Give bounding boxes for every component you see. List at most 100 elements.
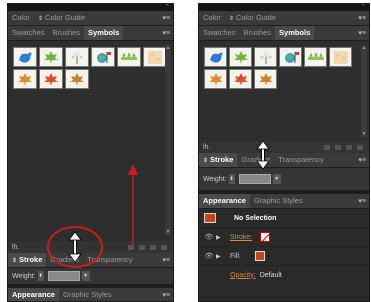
panel-menu-icon[interactable]: ▾≡ <box>358 197 366 205</box>
appearance-fill-row[interactable]: 👁 ▶ Fill: <box>199 247 369 266</box>
weight-dropdown[interactable]: ▼ <box>272 174 281 184</box>
symbol-autumn-leaf-brown[interactable] <box>65 69 89 89</box>
appearance-opacity-row[interactable]: 👁 ▶ Opacity: Default <box>199 266 369 284</box>
tab-color-guide[interactable]: ⇕ Color Guide <box>225 11 280 25</box>
symbols-content: ▲ ▼ <box>199 41 369 141</box>
symbol-texture-tile[interactable] <box>143 47 167 67</box>
symbol-grass-bar[interactable] <box>304 47 327 67</box>
place-symbol-icon[interactable] <box>324 144 330 150</box>
symbol-libraries-button[interactable]: lh. <box>12 244 19 251</box>
right-panel: « Color ⇕ Color Guide ▾≡ Swatches Brushes… <box>198 3 370 302</box>
weight-input[interactable] <box>47 271 80 281</box>
tab-gradient[interactable]: Gradient <box>46 253 83 267</box>
left-panel: « Color ⇕ Color Guide ▾≡ Swatches Brushes… <box>7 3 174 302</box>
symbol-grass-bar[interactable] <box>117 47 141 67</box>
panel-titlebar[interactable]: « <box>8 4 173 11</box>
scroll-down-icon[interactable]: ▼ <box>361 131 367 137</box>
collapse-icon[interactable]: « <box>362 4 365 8</box>
symbol-texture-tile[interactable] <box>329 47 352 67</box>
symbol-autumn-leaf-orange[interactable] <box>13 69 37 89</box>
symbol-libraries-row: lh. <box>199 141 369 153</box>
eye-icon[interactable]: 👁 <box>204 252 214 260</box>
place-symbol-icon[interactable] <box>128 244 134 250</box>
panel-titlebar[interactable]: « <box>199 4 369 11</box>
selection-label: No Selection <box>234 214 277 222</box>
panel-menu-icon[interactable]: ▾≡ <box>358 156 366 164</box>
double-arrow-icon: ⇕ <box>203 158 209 164</box>
tab-stroke[interactable]: ⇕ Stroke <box>8 253 47 267</box>
symbol-maple-leaf-green[interactable] <box>39 47 63 67</box>
panel-menu-icon[interactable]: ▾≡ <box>358 14 366 22</box>
symbol-flowers[interactable] <box>254 47 277 67</box>
symbol-autumn-leaf-orange[interactable] <box>204 69 227 89</box>
weight-label: Weight: <box>12 272 36 280</box>
symbols-tab-row: Swatches Brushes Symbols ▾≡ <box>199 26 369 41</box>
symbol-flowers[interactable] <box>65 47 89 67</box>
tab-appearance[interactable]: Appearance <box>199 194 250 208</box>
eye-icon[interactable]: 👁 <box>204 233 214 241</box>
tab-transparency[interactable]: Transparency <box>274 153 328 167</box>
symbol-autumn-leaf-brown[interactable] <box>254 69 277 89</box>
symbol-libraries-button[interactable]: lh. <box>203 144 210 151</box>
stroke-attribute-label[interactable]: Stroke: <box>230 234 252 241</box>
symbol-autumn-leaf-red[interactable] <box>39 69 63 89</box>
tab-color[interactable]: Color <box>8 11 34 25</box>
tab-gradient[interactable]: Gradient <box>237 153 274 167</box>
scrollbar[interactable]: ▲ ▼ <box>361 45 367 137</box>
weight-row: Weight: ⬍ ▼ <box>8 268 173 284</box>
tab-appearance[interactable]: Appearance <box>8 288 59 301</box>
fill-swatch[interactable] <box>254 251 265 261</box>
weight-row: Weight: ⬍ ▼ <box>199 168 369 190</box>
symbol-globe-flag[interactable] <box>91 47 115 67</box>
collapse-icon[interactable]: « <box>166 4 169 8</box>
scroll-down-icon[interactable]: ▼ <box>165 229 171 235</box>
scroll-up-icon[interactable]: ▲ <box>165 45 171 51</box>
opacity-attribute-label[interactable]: Opacity: <box>230 272 256 279</box>
fill-attribute-label[interactable]: Fill: <box>230 253 241 260</box>
symbol-globe-flag[interactable] <box>279 47 302 67</box>
panel-menu-icon[interactable]: ▾≡ <box>358 29 366 37</box>
appearance-selection-row: No Selection <box>199 209 369 228</box>
disclosure-triangle-icon[interactable]: ▶ <box>216 234 224 241</box>
tab-brushes[interactable]: Brushes <box>240 26 276 40</box>
symbol-blue-splash[interactable] <box>13 47 37 67</box>
opacity-value: Default <box>259 271 282 279</box>
tab-color-guide[interactable]: ⇕ Color Guide <box>34 11 89 25</box>
symbol-autumn-leaf-red[interactable] <box>229 69 252 89</box>
weight-dropdown[interactable]: ▼ <box>81 271 90 281</box>
scroll-up-icon[interactable]: ▲ <box>361 45 367 51</box>
symbol-blue-splash[interactable] <box>204 47 227 67</box>
panel-menu-icon[interactable]: ▾≡ <box>162 29 170 37</box>
new-symbol-icon[interactable] <box>150 244 156 250</box>
tab-stroke[interactable]: ⇕ Stroke <box>199 153 238 167</box>
color-tab-row: Color ⇕ Color Guide ▾≡ <box>8 11 173 26</box>
stroke-swatch[interactable] <box>260 232 271 242</box>
tab-swatches[interactable]: Swatches <box>199 26 240 40</box>
color-tab-row: Color ⇕ Color Guide ▾≡ <box>199 11 369 26</box>
scrollbar[interactable]: ▲ ▼ <box>165 45 171 235</box>
tab-symbols[interactable]: Symbols <box>275 26 315 40</box>
break-link-icon[interactable] <box>335 144 341 150</box>
tab-symbols[interactable]: Symbols <box>84 26 124 40</box>
weight-stepper[interactable]: ⬍ <box>37 271 44 281</box>
appearance-stroke-row[interactable]: 👁 ▶ Stroke: <box>199 228 369 247</box>
panel-menu-icon[interactable]: ▾≡ <box>162 291 170 299</box>
panel-menu-icon[interactable]: ▾≡ <box>162 14 170 22</box>
delete-icon[interactable] <box>161 244 167 250</box>
delete-icon[interactable] <box>357 144 363 150</box>
new-symbol-icon[interactable] <box>346 144 352 150</box>
tab-swatches[interactable]: Swatches <box>8 26 49 40</box>
break-link-icon[interactable] <box>139 244 145 250</box>
panel-menu-icon[interactable]: ▾≡ <box>162 256 170 264</box>
tab-brushes[interactable]: Brushes <box>49 26 85 40</box>
tab-color-guide-label: Color Guide <box>235 13 276 22</box>
symbol-maple-leaf-green[interactable] <box>229 47 252 67</box>
weight-stepper[interactable]: ⬍ <box>228 174 235 184</box>
tab-graphic-styles[interactable]: Graphic Styles <box>59 288 116 301</box>
tab-stroke-label: Stroke <box>210 155 234 164</box>
tab-transparency[interactable]: Transparency <box>83 253 137 267</box>
tab-graphic-styles[interactable]: Graphic Styles <box>250 194 307 208</box>
weight-input[interactable] <box>238 174 271 184</box>
tab-color[interactable]: Color <box>199 11 225 25</box>
disclosure-triangle-icon[interactable]: ▶ <box>216 253 224 260</box>
